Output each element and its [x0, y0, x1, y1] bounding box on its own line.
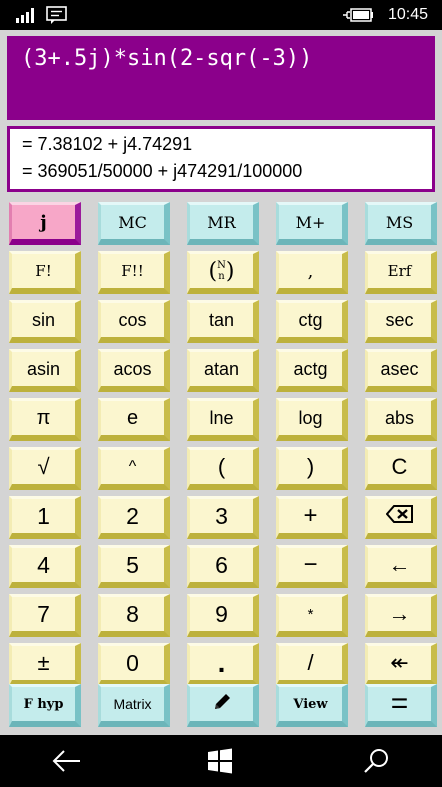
abs-button[interactable]: abs	[365, 398, 437, 441]
message-icon	[46, 6, 68, 28]
result-fraction: = 369051/50000 + j474291/100000	[22, 161, 303, 181]
result-decimal: = 7.38102 + j4.74291	[22, 134, 193, 154]
navigation-bar	[0, 735, 442, 787]
right-paren-button[interactable]: )	[276, 447, 348, 490]
decimal-point-button[interactable]: .	[187, 643, 259, 686]
left-paren-button[interactable]: (	[187, 447, 259, 490]
actg-button[interactable]: actg	[276, 349, 348, 392]
backspace-button[interactable]	[365, 496, 437, 539]
factorial-button[interactable]: F!	[9, 251, 81, 294]
digit-4-button[interactable]: 4	[9, 545, 81, 588]
clock: 10:45	[387, 6, 428, 23]
divide-button[interactable]: /	[276, 643, 348, 686]
memory-add-button[interactable]: M+	[276, 202, 348, 245]
digit-3-button[interactable]: 3	[187, 496, 259, 539]
digit-2-button[interactable]: 2	[98, 496, 170, 539]
atan-button[interactable]: atan	[187, 349, 259, 392]
cursor-right-button[interactable]: →	[365, 594, 437, 637]
digit-8-button[interactable]: 8	[98, 594, 170, 637]
erf-button[interactable]: Erf	[365, 251, 437, 294]
digit-5-button[interactable]: 5	[98, 545, 170, 588]
digit-6-button[interactable]: 6	[187, 545, 259, 588]
pencil-icon	[212, 692, 232, 716]
plus-minus-button[interactable]: ±	[9, 643, 81, 686]
tan-button[interactable]: tan	[187, 300, 259, 343]
edit-button[interactable]	[187, 684, 259, 727]
ctg-button[interactable]: ctg	[276, 300, 348, 343]
j-key[interactable]: j	[9, 202, 81, 245]
digit-7-button[interactable]: 7	[9, 594, 81, 637]
acos-button[interactable]: acos	[98, 349, 170, 392]
status-bar: 10:45	[0, 0, 442, 30]
power-button[interactable]: ^	[98, 447, 170, 490]
sec-button[interactable]: sec	[365, 300, 437, 343]
asin-button[interactable]: asin	[9, 349, 81, 392]
binomial-glyph: ( N n )	[208, 258, 235, 284]
matrix-button[interactable]: Matrix	[98, 684, 170, 727]
sqrt-button[interactable]: √	[9, 447, 81, 490]
sin-button[interactable]: sin	[9, 300, 81, 343]
multiply-button[interactable]: *	[276, 594, 348, 637]
memory-store-button[interactable]: MS	[365, 202, 437, 245]
back-arrow-icon[interactable]	[52, 749, 82, 777]
cos-button[interactable]: cos	[98, 300, 170, 343]
memory-recall-button[interactable]: MR	[187, 202, 259, 245]
minus-button[interactable]: −	[276, 545, 348, 588]
calculator-app: (3+.5j)*sin(2-sqr(-3)) = 7.38102 + j4.74…	[0, 30, 442, 735]
equals-button[interactable]: =	[365, 684, 437, 727]
plus-button[interactable]: +	[276, 496, 348, 539]
comma-button[interactable]: ,	[276, 251, 348, 294]
binomial-button[interactable]: ( N n )	[187, 251, 259, 294]
cursor-home-button[interactable]: ↞	[365, 643, 437, 686]
backspace-icon	[385, 504, 414, 528]
battery-charging-icon	[342, 7, 374, 27]
clear-button[interactable]: C	[365, 447, 437, 490]
log-button[interactable]: log	[276, 398, 348, 441]
digit-1-button[interactable]: 1	[9, 496, 81, 539]
digit-0-button[interactable]: 0	[98, 643, 170, 686]
windows-start-icon[interactable]	[207, 748, 233, 778]
lne-button[interactable]: lne	[187, 398, 259, 441]
search-icon[interactable]	[362, 747, 390, 779]
asec-button[interactable]: asec	[365, 349, 437, 392]
memory-clear-button[interactable]: MC	[98, 202, 170, 245]
digit-9-button[interactable]: 9	[187, 594, 259, 637]
double-factorial-button[interactable]: F!!	[98, 251, 170, 294]
result-display: = 7.38102 + j4.74291 = 369051/50000 + j4…	[7, 126, 435, 192]
cursor-left-button[interactable]: ←	[365, 545, 437, 588]
expression-display[interactable]: (3+.5j)*sin(2-sqr(-3))	[7, 36, 435, 120]
signal-icon	[16, 7, 38, 27]
view-button[interactable]: View	[276, 684, 348, 727]
f-hyp-button[interactable]: F hyp	[9, 684, 81, 727]
pi-button[interactable]: π	[9, 398, 81, 441]
e-button[interactable]: e	[98, 398, 170, 441]
